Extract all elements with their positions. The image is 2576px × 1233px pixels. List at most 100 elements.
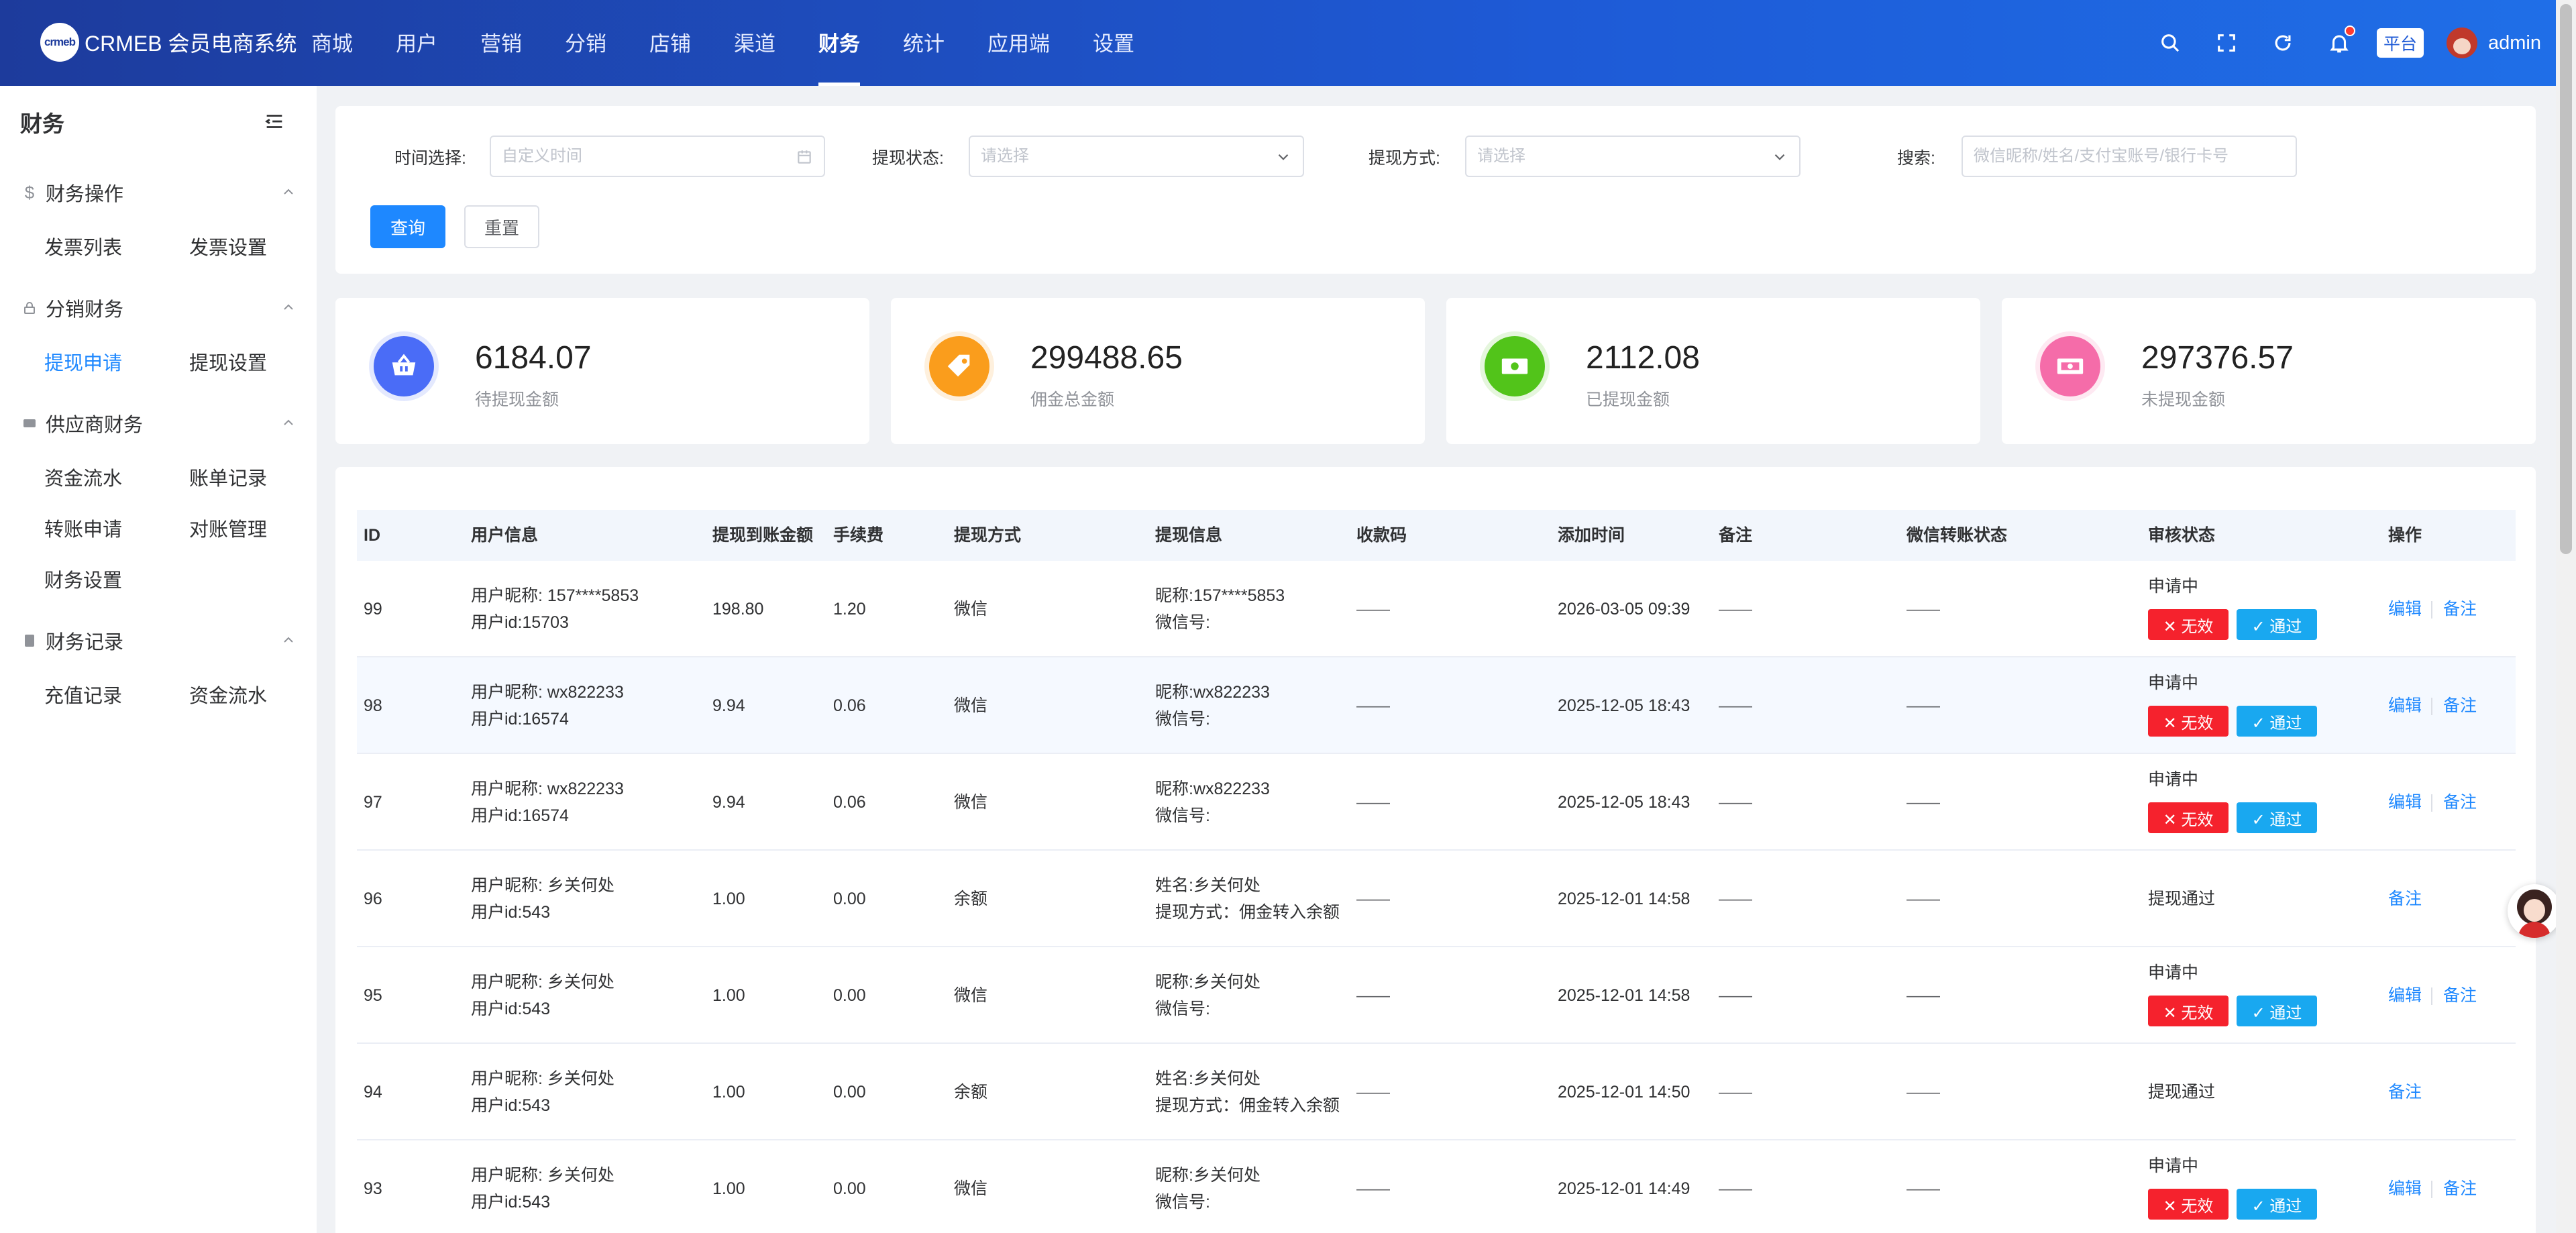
nav-mall[interactable]: 商城 — [311, 0, 353, 86]
method-label: 提现方式: — [1368, 149, 1440, 168]
cell-info-account: 微信号: — [1155, 613, 1210, 632]
cell-wx-status: —— — [1907, 1083, 1940, 1102]
sidebar-item-transfer-apply[interactable]: 转账申请 — [44, 514, 122, 542]
nav-statistics[interactable]: 统计 — [903, 0, 945, 86]
note-link[interactable]: 备注 — [2388, 1079, 2422, 1106]
cell-user-id: 用户id:16574 — [471, 710, 569, 729]
sidebar-item-withdraw-settings[interactable]: 提现设置 — [189, 347, 267, 376]
note-link[interactable]: 备注 — [2388, 886, 2422, 912]
sidebar-group-supplier-finance[interactable]: 供应商财务 — [20, 407, 297, 440]
cell-fee: 0.06 — [833, 696, 866, 715]
page-scrollbar[interactable] — [2556, 0, 2576, 1233]
approve-button[interactable]: ✓ 通过 — [2237, 996, 2317, 1026]
cell-info-name: 昵称:乡关何处 — [1155, 973, 1260, 991]
method-select[interactable]: 请选择 — [1465, 136, 1801, 177]
nav-distribution[interactable]: 分销 — [565, 0, 606, 86]
reset-button[interactable]: 重置 — [464, 205, 539, 248]
username[interactable]: admin — [2488, 32, 2541, 54]
fullscreen-icon[interactable] — [2213, 30, 2240, 56]
cell-info-account: 微信号: — [1155, 1193, 1210, 1212]
cell-remark: —— — [1719, 1179, 1752, 1198]
reject-button[interactable]: ✕ 无效 — [2148, 996, 2229, 1026]
nav-apps[interactable]: 应用端 — [987, 0, 1050, 86]
query-button[interactable]: 查询 — [370, 205, 445, 248]
sidebar-item-withdraw-apply[interactable]: 提现申请 — [44, 347, 122, 376]
sidebar-item-bill-records[interactable]: 账单记录 — [189, 463, 267, 491]
collapse-menu-icon[interactable] — [263, 110, 286, 133]
avatar[interactable] — [2447, 28, 2477, 58]
bell-icon[interactable] — [2326, 25, 2355, 56]
nav-store[interactable]: 店铺 — [649, 0, 691, 86]
note-link[interactable]: 备注 — [2443, 596, 2477, 623]
cell-audit-status: 申请中 — [2148, 674, 2199, 692]
nav-channel[interactable]: 渠道 — [734, 0, 775, 86]
edit-link[interactable]: 编辑 — [2388, 1175, 2422, 1202]
cell-fee: 0.06 — [833, 793, 866, 812]
note-link[interactable]: 备注 — [2443, 789, 2477, 816]
table-row: 94 用户昵称: 乡关何处 用户id:543 1.00 0.00 余额 姓名:乡关何处 提现方… — [357, 1044, 2516, 1140]
approve-button[interactable]: ✓ 通过 — [2237, 706, 2317, 737]
stat-value: 2112.08 — [1586, 340, 1700, 376]
note-link[interactable]: 备注 — [2443, 982, 2477, 1009]
cell-qr: —— — [1356, 890, 1390, 908]
table-row: 97 用户昵称: wx822233 用户id:16574 9.94 0.06 微信 昵称:w… — [357, 754, 2516, 851]
scrollbar-thumb[interactable] — [2560, 4, 2572, 554]
sidebar-item-recharge-records[interactable]: 充值记录 — [44, 680, 122, 708]
search-icon[interactable] — [2157, 30, 2184, 56]
sidebar-group-distribution-finance[interactable]: 分销财务 — [20, 291, 297, 325]
calendar-icon — [798, 150, 811, 164]
col-fee: 手续费 — [833, 526, 884, 545]
reject-button[interactable]: ✕ 无效 — [2148, 609, 2229, 640]
customer-service-avatar[interactable] — [2508, 884, 2561, 938]
edit-link[interactable]: 编辑 — [2388, 692, 2422, 719]
refresh-icon[interactable] — [2269, 30, 2296, 56]
cell-fee: 0.00 — [833, 986, 866, 1005]
action-divider — [2431, 794, 2432, 812]
cell-amount: 9.94 — [712, 793, 745, 812]
tag-icon — [929, 336, 989, 396]
approve-button[interactable]: ✓ 通过 — [2237, 609, 2317, 640]
cell-time: 2025-12-01 14:58 — [1558, 986, 1690, 1005]
nav-marketing[interactable]: 营销 — [480, 0, 522, 86]
sidebar-item-fund-flow[interactable]: 资金流水 — [44, 463, 122, 491]
cell-user-id: 用户id:543 — [471, 903, 551, 922]
cell-method: 微信 — [954, 986, 988, 1005]
sidebar-item-fund-flow-2[interactable]: 资金流水 — [189, 680, 267, 708]
search-input[interactable]: 微信昵称/姓名/支付宝账号/银行卡号 — [1962, 136, 2297, 177]
sidebar-item-invoice-list[interactable]: 发票列表 — [44, 232, 122, 260]
edit-link[interactable]: 编辑 — [2388, 596, 2422, 623]
edit-link[interactable]: 编辑 — [2388, 789, 2422, 816]
cell-info-name: 昵称:乡关何处 — [1155, 1166, 1260, 1185]
sidebar-group-finance-ops[interactable]: $ 财务操作 — [20, 176, 297, 209]
reject-button[interactable]: ✕ 无效 — [2148, 1189, 2229, 1220]
cell-info-name: 昵称:wx822233 — [1155, 683, 1270, 702]
reject-button[interactable]: ✕ 无效 — [2148, 802, 2229, 833]
time-label: 时间选择: — [394, 149, 466, 168]
cell-info-name: 姓名:乡关何处 — [1155, 876, 1260, 895]
nav-finance[interactable]: 财务 — [818, 0, 860, 86]
sidebar-group-finance-records[interactable]: 财务记录 — [20, 624, 297, 657]
nav-settings[interactable]: 设置 — [1093, 0, 1134, 86]
status-select[interactable]: 请选择 — [969, 136, 1304, 177]
logo[interactable]: crmeb CRMEB 会员电商系统 — [40, 23, 297, 62]
logo-mark: crmeb — [40, 23, 79, 62]
time-range-input[interactable]: 自定义时间 — [490, 136, 825, 177]
nav-user[interactable]: 用户 — [396, 0, 437, 86]
sidebar-group-label: 财务操作 — [46, 184, 124, 205]
col-remark: 备注 — [1719, 526, 1753, 545]
action-divider — [2431, 601, 2432, 619]
approve-button[interactable]: ✓ 通过 — [2237, 802, 2317, 833]
reject-button[interactable]: ✕ 无效 — [2148, 706, 2229, 737]
sidebar-group-label: 分销财务 — [46, 299, 124, 321]
cell-info-name: 姓名:乡关何处 — [1155, 1069, 1260, 1088]
platform-badge[interactable]: 平台 — [2376, 28, 2424, 58]
note-link[interactable]: 备注 — [2443, 692, 2477, 719]
sidebar-item-invoice-settings[interactable]: 发票设置 — [189, 232, 267, 260]
edit-link[interactable]: 编辑 — [2388, 982, 2422, 1009]
approve-button[interactable]: ✓ 通过 — [2237, 1189, 2317, 1220]
cell-method: 微信 — [954, 696, 988, 715]
cell-amount: 1.00 — [712, 1179, 745, 1198]
sidebar-item-reconciliation[interactable]: 对账管理 — [189, 514, 267, 542]
sidebar-item-finance-settings[interactable]: 财务设置 — [44, 565, 122, 593]
note-link[interactable]: 备注 — [2443, 1175, 2477, 1202]
